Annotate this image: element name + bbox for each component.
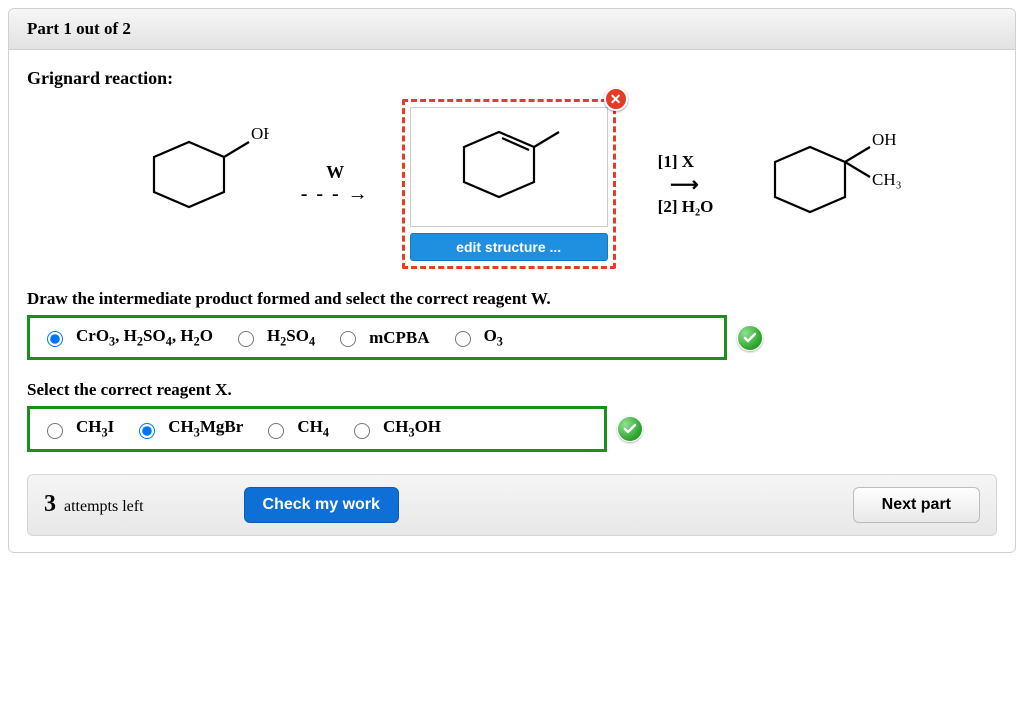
options-w-row: CrO3, H2SO4, H2O H2SO4 mCPBA O3: [27, 315, 727, 360]
option-label: H2SO4: [267, 326, 315, 349]
attempts-number: 3: [44, 491, 56, 517]
question-panel: Part 1 out of 2 Grignard reaction: OH W …: [8, 8, 1016, 553]
option-label: O3: [484, 326, 503, 349]
product-oh-label: OH: [872, 130, 897, 149]
content-area: Grignard reaction: OH W - - - →: [9, 50, 1015, 452]
close-icon[interactable]: ✕: [604, 87, 628, 111]
option-reagentW[interactable]: mCPBA: [335, 328, 429, 348]
checkmark-icon: [737, 325, 763, 351]
options-x-row: CH3I CH3MgBr CH4 CH3OH: [27, 406, 607, 451]
option-label: mCPBA: [369, 328, 429, 348]
attempts-left: 3 attempts left: [44, 491, 144, 518]
option-reagentX[interactable]: CH3MgBr: [134, 417, 243, 440]
radio-input[interactable]: [139, 423, 155, 439]
option-reagentW[interactable]: H2SO4: [233, 326, 315, 349]
radio-input[interactable]: [268, 423, 284, 439]
option-reagentX[interactable]: CH4: [263, 417, 329, 440]
radio-input[interactable]: [238, 331, 254, 347]
starting-material: OH: [119, 127, 269, 242]
structure-editor: edit structure ... ✕: [402, 99, 616, 269]
reaction-scheme: OH W - - - →: [27, 99, 997, 269]
reagent-step2: [2] H₂O: [658, 195, 714, 219]
drawn-structure-svg: [429, 112, 589, 222]
prompt-x: Select the correct reagent X.: [27, 380, 997, 400]
option-reagentX[interactable]: CH3OH: [349, 417, 441, 440]
checkmark-icon: [617, 416, 643, 442]
radio-input[interactable]: [47, 331, 63, 347]
option-label: CrO3, H2SO4, H2O: [76, 326, 213, 349]
question-title: Grignard reaction:: [27, 68, 997, 89]
footer-bar: 3 attempts left Check my work Next part: [27, 474, 997, 536]
dashed-arrow-icon: - - - →: [301, 183, 370, 206]
option-label: CH3OH: [383, 417, 441, 440]
option-label: CH3I: [76, 417, 114, 440]
reagent-x-arrow: [1] X ⟶ [2] H₂O: [658, 150, 714, 219]
reagent-step1: [1] X: [658, 150, 714, 174]
radio-input[interactable]: [47, 423, 63, 439]
reagent-w-arrow: W - - - →: [301, 162, 370, 206]
attempts-text: attempts left: [64, 498, 144, 515]
arrow-icon: ⟶: [658, 172, 714, 197]
edit-structure-button[interactable]: edit structure ...: [410, 233, 608, 261]
option-reagentW[interactable]: CrO3, H2SO4, H2O: [42, 326, 213, 349]
product-structure: OH CH₃: [745, 127, 905, 242]
radio-input[interactable]: [354, 423, 370, 439]
oh-label: OH: [251, 127, 269, 143]
prompt-w: Draw the intermediate product formed and…: [27, 289, 997, 309]
starting-structure-svg: OH: [119, 127, 269, 237]
radio-input[interactable]: [340, 331, 356, 347]
drawn-structure-canvas[interactable]: [410, 107, 608, 227]
check-my-work-button[interactable]: Check my work: [244, 487, 399, 523]
reagent-w-label: W: [301, 162, 370, 183]
close-glyph: ✕: [610, 91, 622, 108]
radio-input[interactable]: [455, 331, 471, 347]
part-header: Part 1 out of 2: [9, 9, 1015, 50]
product-structure-svg: OH CH₃: [745, 127, 905, 237]
option-reagentX[interactable]: CH3I: [42, 417, 114, 440]
next-part-button[interactable]: Next part: [853, 487, 980, 523]
option-label: CH3MgBr: [168, 417, 243, 440]
option-reagentW[interactable]: O3: [450, 326, 503, 349]
product-ch3-label: CH₃: [872, 170, 902, 189]
option-label: CH4: [297, 417, 329, 440]
part-header-text: Part 1 out of 2: [27, 19, 131, 38]
